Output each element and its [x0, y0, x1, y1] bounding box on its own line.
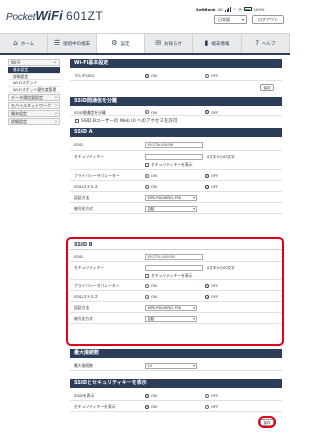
- multi-ssid-off[interactable]: OFF: [205, 73, 218, 78]
- envelope-icon: ✉: [238, 6, 242, 12]
- ssida-ssid-row: SSID 601ZTa-0080f8: [70, 140, 282, 151]
- ssida-enc-select[interactable]: 自動: [145, 206, 197, 212]
- devices-icon: ☰: [53, 39, 61, 47]
- signal-icon: [224, 7, 232, 12]
- carrier-label: SoftBank: [196, 6, 216, 12]
- show-ssid-on[interactable]: ON: [145, 393, 157, 398]
- tab-settings[interactable]: ⚙ 設定: [96, 34, 145, 53]
- show-key-row: セキュリティキーを表示 ON OFF: [70, 402, 282, 412]
- gear-icon: ⚙: [111, 39, 118, 47]
- battery-icon: [243, 7, 252, 11]
- ssida-enc-row: 暗号化方式 自動: [70, 204, 282, 214]
- tab-device-info[interactable]: ▮ 端末情報: [193, 34, 242, 53]
- home-icon: ⌂: [13, 39, 18, 47]
- ssida-show-key-checkbox[interactable]: セキュリティキーを表示: [145, 162, 193, 168]
- mail-icon: ✉: [155, 39, 162, 47]
- show-ssid-row: SSIDを表示 ON OFF: [70, 391, 282, 401]
- max-connections-row: 最大接続数 10: [70, 361, 282, 371]
- sidebar-group-advanced[interactable]: 詳細設定: [8, 118, 60, 125]
- max-connections-select[interactable]: 10: [145, 363, 197, 369]
- sidebar-group-mobile[interactable]: モバイルネットワーク: [8, 102, 60, 109]
- status-bar: SoftBank 4G ◠ ✉ 100%: [196, 5, 288, 13]
- battery-label: 100%: [253, 6, 265, 12]
- sidebar-group-data[interactable]: データ通信量設定: [8, 94, 60, 101]
- section-show: SSIDとセキュリティキーを表示: [70, 379, 282, 388]
- ssida-auth-select[interactable]: WPA-PSK/WPA2-PSK: [145, 195, 197, 201]
- separation-on[interactable]: ON: [145, 110, 157, 115]
- show-key-off[interactable]: OFF: [205, 404, 218, 409]
- header: PocketWiFi 601ZT SoftBank 4G ◠ ✉ 100% 日本…: [0, 0, 290, 32]
- logout-button[interactable]: ログアウト: [252, 15, 284, 24]
- main-nav: ⌂ ホーム ☰ 接続中の端末 ⚙ 設定 ✉ お知らせ ▮ 端末情報 ? ヘルプ: [0, 33, 290, 55]
- tab-connected-devices[interactable]: ☰ 接続中の端末: [48, 34, 97, 53]
- sidebar-item-spot-priority[interactable]: Wi-Fiスポット優先度管理: [8, 87, 60, 93]
- highlight-ssidb-box: [66, 237, 284, 346]
- logo: PocketWiFi 601ZT: [6, 8, 104, 23]
- ssida-privacy-row: プライバシーセパレーター ON OFF: [70, 171, 282, 181]
- section-basic: Wi-Fi基本設定: [70, 59, 282, 68]
- sidebar-group-wifi[interactable]: Wi-Fi: [8, 59, 60, 66]
- ssida-key-input[interactable]: [145, 154, 203, 160]
- highlight-save-circle: [258, 416, 276, 428]
- ssida-stealth-row: SSIDステルス ON OFF: [70, 182, 282, 192]
- tab-help[interactable]: ? ヘルプ: [242, 34, 290, 53]
- section-separation: SSID間通信を分離: [70, 97, 282, 106]
- ssida-auth-row: 認証方法 WPA-PSK/WPA2-PSK: [70, 193, 282, 203]
- multi-ssid-on[interactable]: ON: [145, 73, 157, 78]
- show-key-on[interactable]: ON: [145, 404, 157, 409]
- ssida-ssid-input[interactable]: 601ZTa-0080f8: [145, 142, 203, 148]
- ssida-privacy-off[interactable]: OFF: [205, 173, 218, 178]
- separation-off[interactable]: OFF: [205, 110, 218, 115]
- show-ssid-off[interactable]: OFF: [205, 393, 218, 398]
- section-max: 最大接続数: [70, 349, 282, 358]
- section-ssida: SSID A: [70, 128, 282, 137]
- language-select[interactable]: 日本語: [214, 15, 247, 24]
- multi-ssid-row: マルチSSID ON OFF: [70, 71, 282, 81]
- network-label: 4G: [217, 6, 223, 12]
- wifi-icon: ◠: [233, 6, 237, 12]
- ssida-privacy-on[interactable]: ON: [145, 173, 157, 178]
- save-button-1[interactable]: 保存: [260, 84, 274, 91]
- separation-row: SSID間通信を分離 ON OFF: [70, 108, 282, 116]
- tab-home[interactable]: ⌂ ホーム: [0, 34, 49, 53]
- sidebar-group-system[interactable]: 端末設定: [8, 110, 60, 117]
- device-icon: ▮: [204, 39, 209, 47]
- tab-notices[interactable]: ✉ お知らせ: [145, 34, 194, 53]
- ssida-stealth-off[interactable]: OFF: [205, 184, 218, 189]
- help-icon: ?: [255, 39, 259, 47]
- ssida-key-row: セキュリティキー 8文字から63文字 セキュリティキーを表示: [70, 152, 282, 170]
- sidebar: Wi-Fi 基本設定 詳細設定 Wi-Fiスポット Wi-Fiスポット優先度管理…: [8, 59, 60, 126]
- allow-ssidb-webui-checkbox[interactable]: SSID Bユーザーの Web UI へのアクセスを許可: [75, 118, 177, 124]
- ssida-stealth-on[interactable]: ON: [145, 184, 157, 189]
